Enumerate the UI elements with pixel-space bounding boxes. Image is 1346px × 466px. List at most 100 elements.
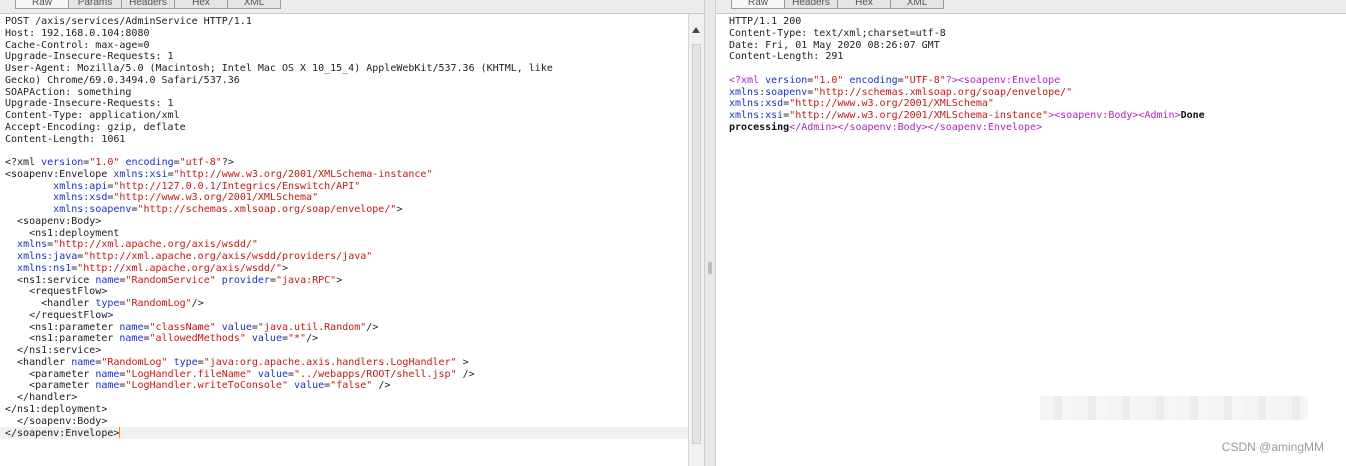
xml-token-tag: <parameter xyxy=(5,368,96,380)
xml-token-attr: xmlns:xsd xyxy=(729,98,784,110)
xml-token-val: "*" xyxy=(288,333,307,345)
request-scrollbar[interactable] xyxy=(688,14,704,466)
xml-token-val: "http://www.w3.org/2001/XMLSchema-instan… xyxy=(789,110,1049,121)
response-body-line: xmlns:xsd="http://www.w3.org/2001/XMLSch… xyxy=(729,98,1346,110)
request-header-line: Cache-Control: max-age=0 xyxy=(5,39,150,51)
xml-token-val: "allowedMethods" xyxy=(149,333,246,345)
pane-splitter[interactable] xyxy=(704,0,716,466)
blurred-region xyxy=(1040,396,1308,420)
xml-token-tag: /> xyxy=(372,380,391,392)
response-tab-hex[interactable]: Hex xyxy=(837,0,891,9)
request-body-line: </soapenv:Envelope> xyxy=(0,427,688,439)
request-body-line: <handler type="RandomLog"/> xyxy=(5,298,688,310)
response-header-line: Date: Fri, 01 May 2020 08:26:07 GMT xyxy=(729,39,940,51)
xml-token-tag: <soapenv:Envelope xyxy=(5,168,114,180)
request-header-line: SOAPAction: something xyxy=(5,86,132,98)
request-header-line: Accept-Encoding: gzip, deflate xyxy=(5,121,186,133)
xml-token-tag: > xyxy=(396,204,403,215)
response-tab-xml[interactable]: XML xyxy=(890,0,944,9)
xml-token-tag: <ns1:service xyxy=(5,274,96,286)
response-body-line: xmlns:soapenv="http://schemas.xmlsoap.or… xyxy=(729,87,1346,99)
xml-token-val: "http://www.w3.org/2001/XMLSchema" xyxy=(113,192,319,204)
xml-token-attr: name xyxy=(119,333,144,345)
xml-token-attr: version xyxy=(41,157,84,168)
xml-token-val: "java.util.Random" xyxy=(257,321,367,333)
xml-token-val: "RandomService" xyxy=(125,274,216,286)
request-tab-hex[interactable]: Hex xyxy=(174,0,228,9)
xml-token-ns: </Admin> xyxy=(789,121,838,133)
xml-token-attr: xmlns:soapenv xyxy=(53,204,132,215)
request-tab-params[interactable]: Params xyxy=(68,0,122,9)
xml-token-val: "http://schemas.xmlsoap.org/soap/envelop… xyxy=(813,86,1073,98)
xml-token-tag: > xyxy=(281,262,288,274)
xml-token-val: "http://xml.apache.org/axis/wsdd/" xyxy=(77,262,282,274)
xml-token-ns: </soapenv:Envelope> xyxy=(927,121,1043,133)
response-body-line: xmlns:xsi="http://www.w3.org/2001/XMLSch… xyxy=(729,110,1346,122)
xml-token-tag: <parameter xyxy=(5,380,96,392)
xml-token-val: "LogHandler.fileName" xyxy=(125,368,252,380)
xml-token-val: "utf-8" xyxy=(179,157,222,168)
xml-token-attr: value xyxy=(251,333,282,345)
request-pane: Raw Params Headers Hex XML POST /axis/se… xyxy=(0,0,704,466)
request-body-line: xmlns:ns1="http://xml.apache.org/axis/ws… xyxy=(5,263,688,275)
request-header-line: Upgrade-Insecure-Requests: 1 xyxy=(5,98,174,110)
response-tab-headers[interactable]: Headers xyxy=(784,0,838,9)
xml-token-attr: provider xyxy=(221,274,270,286)
xml-token-ns: <?xml xyxy=(729,74,766,86)
request-tab-raw[interactable]: Raw xyxy=(15,0,69,9)
xml-token-attr: xmlns:ns1 xyxy=(17,262,72,274)
xml-token-val: "1.0" xyxy=(89,157,120,168)
scroll-up-arrow-icon[interactable] xyxy=(692,27,700,33)
request-body-line: xmlns:api="http://127.0.0.1/Integrics/En… xyxy=(5,181,688,193)
xml-token-val: "http://www.w3.org/2001/XMLSchema-instan… xyxy=(173,168,433,180)
response-body-line: processing</Admin></soapenv:Body></soape… xyxy=(729,122,1346,134)
xml-token-ns: <soapenv:Envelope xyxy=(957,74,1061,86)
request-header-line: POST /axis/services/AdminService HTTP/1.… xyxy=(5,16,252,27)
request-blank-line xyxy=(5,145,688,157)
xml-token-attr: version xyxy=(765,74,808,86)
xml-token-attr: xmlns xyxy=(17,239,48,251)
splitter-grip-icon[interactable] xyxy=(708,262,712,274)
request-tab-headers[interactable]: Headers xyxy=(121,0,175,9)
scroll-thumb[interactable] xyxy=(692,44,701,444)
xml-token-tag: /> xyxy=(191,298,204,309)
request-body-line: </requestFlow> xyxy=(5,310,688,322)
response-tab-bar: Raw Headers Hex XML xyxy=(716,0,1346,14)
request-body-line: xmlns="http://xml.apache.org/axis/wsdd/" xyxy=(5,239,688,251)
request-body-line: <soapenv:Envelope xmlns:xsi="http://www.… xyxy=(5,169,688,181)
xml-token-ns: <soapenv:Body> xyxy=(1054,110,1139,121)
request-body-line: </ns1:deployment> xyxy=(5,404,688,416)
xml-token-tag: /> xyxy=(456,368,475,380)
xml-token-attr: value xyxy=(294,380,325,392)
xml-token-tag: > xyxy=(336,274,343,286)
xml-token-tag: <ns1:parameter xyxy=(5,321,120,333)
request-body-line: <ns1:parameter name="allowedMethods" val… xyxy=(5,333,688,345)
xml-token-tag: <requestFlow> xyxy=(5,286,108,298)
request-header-line: User-Agent: Mozilla/5.0 (Macintosh; Inte… xyxy=(5,63,553,74)
xml-token-attr: name xyxy=(119,321,144,333)
xml-token-attr: xmlns:java xyxy=(17,251,78,262)
xml-token-tag: /> xyxy=(366,321,379,333)
xml-token-attr: type xyxy=(95,298,120,309)
xml-token-val: "false" xyxy=(330,380,373,392)
xml-token-tag: </requestFlow> xyxy=(5,309,114,321)
xml-token-val: "java:org.apache.axis.handlers.LogHandle… xyxy=(203,356,457,368)
xml-token-val: "http://xml.apache.org/axis/wsdd/provide… xyxy=(83,251,373,262)
request-header-line: Upgrade-Insecure-Requests: 1 xyxy=(5,51,174,63)
xml-token-val: "1.0" xyxy=(813,74,844,86)
request-body-line: <handler name="RandomLog" type="java:org… xyxy=(5,357,688,369)
request-header-line: Content-Type: application/xml xyxy=(5,110,180,121)
request-body-line: xmlns:xsd="http://www.w3.org/2001/XMLSch… xyxy=(5,192,688,204)
request-body-line: <ns1:parameter name="className" value="j… xyxy=(5,322,688,334)
xml-token-text: processing xyxy=(729,121,790,133)
request-tab-xml[interactable]: XML xyxy=(227,0,281,9)
xml-token-tag: </soapenv:Envelope> xyxy=(5,428,120,440)
xml-token-tag xyxy=(5,239,17,250)
xml-token-attr: name xyxy=(95,368,120,380)
request-body-line: xmlns:java="http://xml.apache.org/axis/w… xyxy=(5,251,688,263)
request-editor[interactable]: POST /axis/services/AdminService HTTP/1.… xyxy=(0,14,688,466)
xml-token-tag: </handler> xyxy=(5,392,78,403)
response-header-line: Content-Length: 291 xyxy=(729,51,844,63)
xml-token-text: Done xyxy=(1180,110,1205,121)
response-tab-raw[interactable]: Raw xyxy=(731,0,785,9)
